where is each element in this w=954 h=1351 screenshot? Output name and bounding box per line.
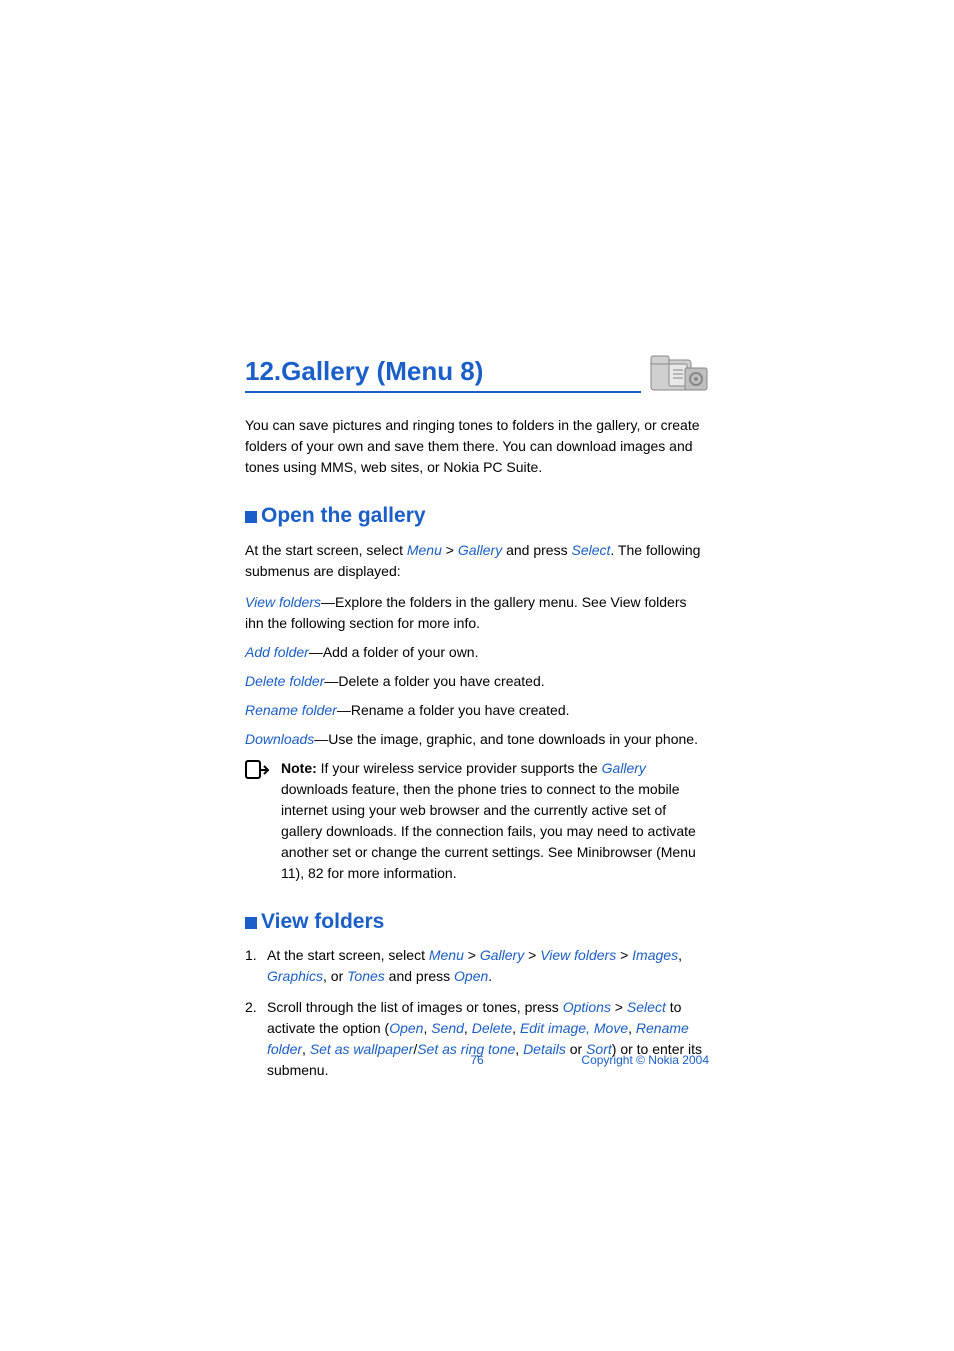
text: and press xyxy=(385,968,454,984)
text: , xyxy=(628,1020,636,1036)
note-pre: If your wireless service provider suppor… xyxy=(317,760,602,776)
note-icon xyxy=(245,760,269,786)
note-block: Note: If your wireless service provider … xyxy=(245,758,709,884)
text: , xyxy=(515,1041,523,1057)
desc-delete-folder: —Delete a folder you have created. xyxy=(324,673,544,689)
text: , xyxy=(512,1020,520,1036)
page-number: 76 xyxy=(470,1051,483,1069)
def-view-folders: View folders—Explore the folders in the … xyxy=(245,592,709,634)
note-post: downloads feature, then the phone tries … xyxy=(281,781,696,881)
text: . xyxy=(488,968,492,984)
opt-edit: Edit image, Move xyxy=(520,1020,628,1036)
note-gallery: Gallery xyxy=(602,760,646,776)
text: , xyxy=(464,1020,472,1036)
opt-open: Open xyxy=(389,1020,423,1036)
chapter-header: 12.Gallery (Menu 8) xyxy=(245,350,709,395)
desc-rename-folder: —Rename a folder you have created. xyxy=(337,702,570,718)
note-label: Note: xyxy=(281,760,317,776)
path-options: Options xyxy=(563,999,611,1015)
menu-path-select: Select xyxy=(571,542,610,558)
text: , xyxy=(302,1041,310,1057)
section-bullet-icon xyxy=(245,917,257,929)
path-gallery: Gallery xyxy=(480,947,524,963)
text: > xyxy=(611,999,627,1015)
term-rename-folder: Rename folder xyxy=(245,702,337,718)
section-open-gallery-heading: Open the gallery xyxy=(245,500,709,532)
path-graphics: Graphics xyxy=(267,968,323,984)
text: > xyxy=(524,947,540,963)
path-images: Images xyxy=(632,947,678,963)
list-item: At the start screen, select Menu > Galle… xyxy=(245,945,709,987)
note-text: Note: If your wireless service provider … xyxy=(281,758,709,884)
desc-add-folder: —Add a folder of your own. xyxy=(309,644,479,660)
text: , xyxy=(678,947,682,963)
copyright-text: Copyright © Nokia 2004 xyxy=(581,1051,709,1069)
desc-downloads: —Use the image, graphic, and tone downlo… xyxy=(314,731,698,747)
section-view-folders-heading: View folders xyxy=(245,906,709,938)
path-view-folders: View folders xyxy=(540,947,616,963)
term-downloads: Downloads xyxy=(245,731,314,747)
opt-ringtone: Set as ring tone xyxy=(417,1041,515,1057)
term-add-folder: Add folder xyxy=(245,644,309,660)
path-open: Open xyxy=(454,968,488,984)
opt-wallpaper: Set as wallpaper xyxy=(310,1041,414,1057)
menu-path-menu: Menu xyxy=(407,542,442,558)
text: At the start screen, select xyxy=(267,947,429,963)
opt-details: Details xyxy=(523,1041,566,1057)
text: At the start screen, select xyxy=(245,542,407,558)
text: , or xyxy=(323,968,347,984)
intro-paragraph: You can save pictures and ringing tones … xyxy=(245,415,709,478)
def-add-folder: Add folder—Add a folder of your own. xyxy=(245,642,709,663)
gallery-folder-icon xyxy=(647,350,709,395)
def-delete-folder: Delete folder—Delete a folder you have c… xyxy=(245,671,709,692)
chapter-title: 12.Gallery (Menu 8) xyxy=(245,352,641,391)
page-content: 12.Gallery (Menu 8) You can save picture… xyxy=(0,0,954,1081)
text: > xyxy=(442,542,458,558)
opt-delete: Delete xyxy=(472,1020,512,1036)
open-gallery-lead: At the start screen, select Menu > Galle… xyxy=(245,540,709,582)
section-view-folders-title: View folders xyxy=(261,906,384,938)
term-delete-folder: Delete folder xyxy=(245,673,324,689)
opt-send: Send xyxy=(431,1020,464,1036)
path-menu: Menu xyxy=(429,947,464,963)
menu-path-gallery: Gallery xyxy=(458,542,502,558)
def-downloads: Downloads—Use the image, graphic, and to… xyxy=(245,729,709,750)
text: > xyxy=(616,947,632,963)
section-open-gallery-title: Open the gallery xyxy=(261,500,426,532)
text: > xyxy=(464,947,480,963)
section-bullet-icon xyxy=(245,511,257,523)
path-tones: Tones xyxy=(347,968,385,984)
text: Scroll through the list of images or ton… xyxy=(267,999,563,1015)
term-view-folders: View folders xyxy=(245,594,321,610)
path-select: Select xyxy=(627,999,666,1015)
text: and press xyxy=(502,542,571,558)
def-rename-folder: Rename folder—Rename a folder you have c… xyxy=(245,700,709,721)
